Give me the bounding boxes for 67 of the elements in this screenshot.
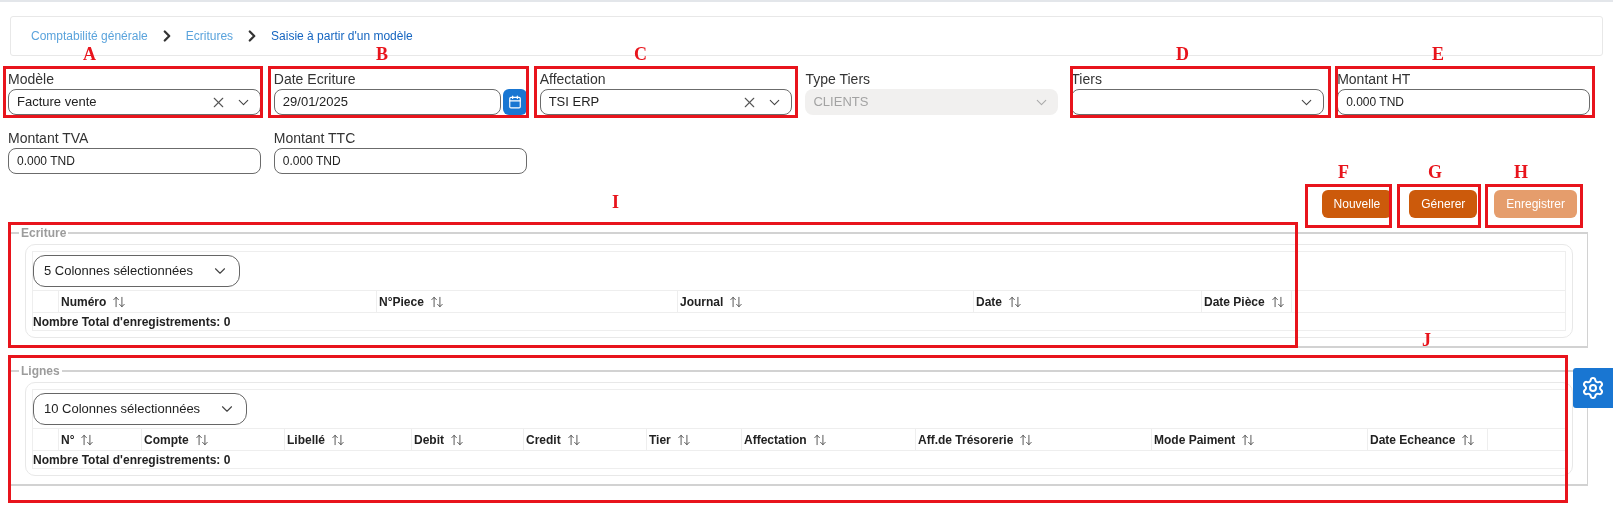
- column-header[interactable]: Mode Paiment: [1152, 429, 1368, 450]
- record-count: Nombre Total d'enregistrements: 0: [33, 451, 231, 469]
- annotation-letter: D: [1176, 44, 1189, 64]
- column-header[interactable]: Journal: [678, 291, 974, 312]
- settings-button[interactable]: [1573, 368, 1613, 408]
- action-button[interactable]: Génerer: [1409, 190, 1478, 218]
- record-count: Nombre Total d'enregistrements: 0: [33, 313, 231, 331]
- field-label: Tiers: [1071, 70, 1103, 88]
- field-label: Type Tiers: [805, 70, 872, 88]
- column-header[interactable]: Compte: [142, 429, 285, 450]
- field-label: Montant TTC: [273, 129, 357, 147]
- select-field[interactable]: TSI ERP: [539, 89, 793, 115]
- amount-field[interactable]: 0.000 TND: [273, 148, 527, 174]
- calendar-button[interactable]: [502, 89, 527, 115]
- column-header[interactable]: Date Pièce: [1202, 291, 1292, 312]
- annotation-letter: C: [634, 44, 647, 64]
- amount-field[interactable]: 0.000 TND: [8, 148, 261, 174]
- field-label: Montant HT: [1337, 70, 1412, 88]
- sort-icon[interactable]: [1019, 432, 1034, 447]
- annotation-letter: H: [1514, 162, 1528, 182]
- column-header[interactable]: Tier: [647, 429, 742, 450]
- field-label: Date Ecriture: [273, 70, 357, 88]
- annotation-letter: G: [1428, 162, 1442, 182]
- sort-icon[interactable]: [80, 432, 95, 447]
- field-label: Montant TVA: [8, 129, 90, 147]
- column-header[interactable]: Numéro: [59, 291, 377, 312]
- column-header[interactable]: Credit: [524, 429, 647, 450]
- date-field[interactable]: 29/01/2025: [273, 89, 501, 115]
- sort-icon[interactable]: [194, 432, 209, 447]
- column-header[interactable]: Libellé: [285, 429, 412, 450]
- settings-icon: [1581, 376, 1605, 400]
- column-header[interactable]: Aff.de Trésorerie: [916, 429, 1152, 450]
- section-legend: Ecriture: [19, 224, 69, 242]
- sort-icon[interactable]: [1461, 432, 1476, 447]
- column-header[interactable]: Debit: [412, 429, 524, 450]
- sort-icon[interactable]: [676, 432, 691, 447]
- annotation-letter: E: [1432, 44, 1444, 64]
- select-field[interactable]: [1071, 89, 1325, 115]
- column-header[interactable]: N°Piece: [377, 291, 678, 312]
- sort-icon[interactable]: [112, 294, 127, 309]
- sort-icon[interactable]: [1241, 432, 1256, 447]
- column-picker[interactable]: 5 Colonnes sélectionnées: [33, 255, 240, 287]
- breadcrumb-link[interactable]: Saisie à partir d'un modèle: [271, 27, 413, 45]
- sort-icon[interactable]: [1270, 294, 1285, 309]
- section-legend: Lignes: [19, 362, 62, 380]
- column-header[interactable]: Date Echeance: [1368, 429, 1488, 450]
- sort-icon[interactable]: [1008, 294, 1022, 309]
- field-label: Modèle: [8, 70, 55, 88]
- field-label: Affectation: [539, 70, 607, 88]
- sort-icon[interactable]: [331, 432, 345, 447]
- annotation-letter: B: [376, 44, 388, 64]
- amount-field[interactable]: 0.000 TND: [1337, 89, 1590, 115]
- annotation-letter: J: [1422, 330, 1431, 350]
- annotation-letter: F: [1338, 162, 1349, 182]
- column-header[interactable]: Affectation: [742, 429, 916, 450]
- sort-icon[interactable]: [812, 432, 827, 447]
- select-field[interactable]: Facture vente: [8, 89, 261, 115]
- column-header[interactable]: N°: [59, 429, 142, 450]
- annotation-letter: A: [83, 44, 96, 64]
- annotation-letter: I: [612, 192, 619, 212]
- sort-icon[interactable]: [450, 432, 464, 447]
- column-header[interactable]: Date: [974, 291, 1202, 312]
- sort-icon[interactable]: [566, 432, 581, 447]
- sort-icon[interactable]: [729, 294, 744, 309]
- calendar-icon: [507, 95, 522, 109]
- column-picker[interactable]: 10 Colonnes sélectionnées: [33, 393, 248, 425]
- sort-icon[interactable]: [429, 294, 444, 309]
